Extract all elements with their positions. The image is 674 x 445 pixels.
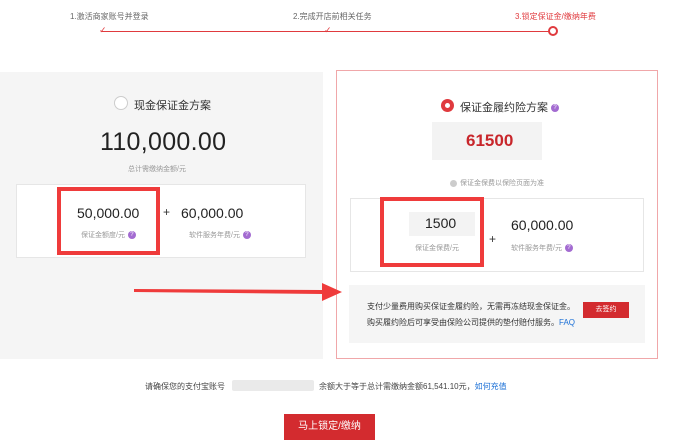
notice-line-2: 购买履约险后可享受由保险公司提供的垫付赔付服务。FAQ — [367, 318, 576, 327]
sign-contract-button[interactable]: 去签约 — [583, 302, 629, 318]
highlight-box-deposit — [57, 187, 160, 255]
notice-line-1: 支付少量费用购买保证金履约险，无需再冻结现金保证金。 — [367, 302, 575, 311]
balance-notice: 余额大于等于总计需缴纳金额61,541.10元，如何充值 — [319, 382, 507, 391]
help-icon[interactable]: ? — [551, 104, 559, 113]
cash-plan-radio[interactable] — [114, 96, 128, 110]
highlight-box-premium — [380, 197, 484, 267]
step-3-label: 3.锁定保证金/缴纳年费 — [515, 12, 596, 21]
how-to-recharge-link[interactable]: 如何充值 — [475, 382, 507, 391]
cash-plan-title: 现金保证金方案 — [134, 100, 211, 112]
insurance-total-note: 保证金保费以保险页面为准 — [450, 178, 544, 188]
insurance-plan-radio[interactable] — [441, 99, 454, 112]
cash-service-caption: 软件服务年费/元? — [189, 230, 251, 240]
balance-notice-prefix: 请确保您的支付宝账号 — [145, 382, 225, 391]
insurance-service-caption: 软件服务年费/元? — [511, 243, 573, 253]
plus-sign: + — [489, 232, 497, 246]
help-icon[interactable]: ? — [242, 231, 251, 240]
help-icon[interactable]: ? — [564, 244, 573, 253]
insurance-plan-title: 保证金履约险方案? — [460, 99, 559, 115]
check-icon: ✓ — [324, 25, 332, 35]
lock-pay-button[interactable]: 马上锁定/缴纳 — [284, 414, 375, 440]
insurance-total-amount: 61500 — [466, 131, 514, 150]
insurance-total-box: 61500 — [432, 122, 542, 160]
step-2-label: 2.完成开店前相关任务 — [293, 12, 372, 21]
current-step-dot-icon — [548, 26, 558, 36]
plus-sign: + — [163, 205, 171, 219]
step-1-label: 1.激活商家账号并登录 — [70, 12, 149, 21]
check-icon: ✓ — [99, 25, 107, 35]
cash-total-caption: 总计需缴纳金额/元 — [128, 166, 186, 173]
insurance-notice: 支付少量费用购买保证金履约险，无需再冻结现金保证金。 购买履约险后可享受由保险公… — [349, 285, 645, 343]
progress-stepper: 1.激活商家账号并登录 2.完成开店前相关任务 3.锁定保证金/缴纳年费 ✓ ✓ — [0, 0, 674, 42]
cash-service-fee: 60,000.00 — [181, 205, 244, 221]
masked-account — [232, 380, 314, 391]
insurance-service-fee: 60,000.00 — [511, 217, 574, 233]
cash-total-amount: 110,000.00 — [100, 128, 227, 156]
cash-deposit-plan-card[interactable]: 现金保证金方案 110,000.00 总计需缴纳金额/元 50,000.00 保… — [0, 72, 323, 359]
info-icon — [450, 179, 457, 187]
faq-link[interactable]: FAQ — [559, 318, 575, 327]
